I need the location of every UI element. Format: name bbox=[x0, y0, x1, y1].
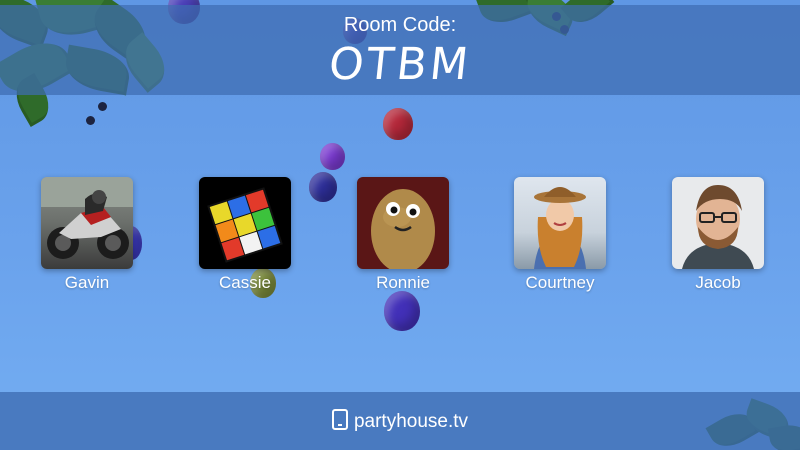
balloon bbox=[384, 291, 420, 331]
player-name: Jacob bbox=[695, 273, 741, 292]
balloon bbox=[320, 143, 345, 170]
tablet-icon bbox=[331, 409, 348, 430]
balloon bbox=[383, 108, 413, 140]
woman-in-hat-avatar bbox=[514, 177, 606, 269]
potato-icon bbox=[371, 189, 435, 269]
site-url-row: partyhouse.tv bbox=[0, 409, 800, 433]
man-with-glasses-avatar bbox=[672, 177, 764, 269]
player-name: Courtney bbox=[525, 273, 595, 292]
motorcycle-rider-avatar bbox=[41, 177, 133, 269]
site-banner: partyhouse.tv bbox=[0, 392, 800, 450]
player-list: Gavin Cassie Ronnie Courtney Jacob bbox=[0, 177, 800, 297]
potato-avatar bbox=[357, 177, 449, 269]
player-card: Ronnie bbox=[343, 177, 463, 293]
game-lobby-screen: Room Code: OTBM Gavin Cassie Ronnie Cour… bbox=[0, 0, 800, 450]
player-card: Gavin bbox=[27, 177, 147, 293]
rubiks-cube-avatar bbox=[199, 177, 291, 269]
room-code: OTBM bbox=[326, 39, 474, 90]
player-name: Ronnie bbox=[376, 273, 430, 292]
player-card: Cassie bbox=[185, 177, 305, 293]
site-url: partyhouse.tv bbox=[353, 411, 469, 432]
person-icon bbox=[682, 185, 754, 269]
player-card: Courtney bbox=[500, 177, 620, 293]
person-icon bbox=[534, 187, 586, 269]
player-card: Jacob bbox=[658, 177, 778, 293]
player-name: Cassie bbox=[219, 273, 271, 292]
rubiks-cube-icon bbox=[207, 187, 283, 263]
player-name: Gavin bbox=[64, 273, 110, 292]
room-code-banner: Room Code: OTBM bbox=[0, 5, 800, 95]
motorcycle-icon bbox=[41, 177, 133, 259]
room-code-label: Room Code: bbox=[343, 14, 457, 36]
